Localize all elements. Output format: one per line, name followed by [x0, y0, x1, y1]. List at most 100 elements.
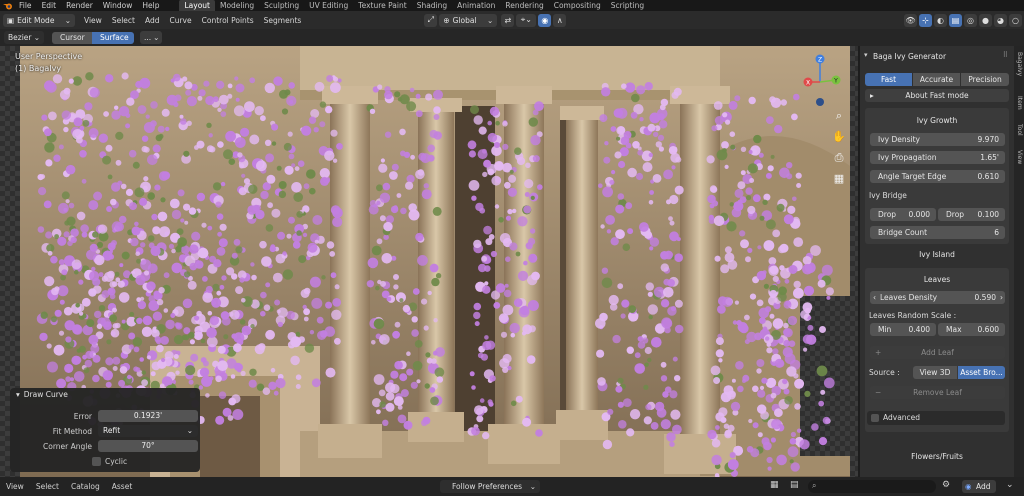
- tab-compositing[interactable]: Compositing: [549, 0, 606, 11]
- 3d-viewport[interactable]: User Perspective (1) BagaIvy Z X Y ⌕ ✋ ⎙…: [0, 46, 858, 477]
- mode-fast-button[interactable]: Fast: [865, 73, 912, 86]
- ivy-flower: [41, 114, 48, 121]
- falloff-icon[interactable]: ∧: [553, 13, 567, 27]
- flowers-fruits-title[interactable]: Flowers/Fruits: [865, 452, 1009, 461]
- transform-orientation-selector[interactable]: ⊕ Global ⌄: [439, 13, 498, 27]
- hand-icon[interactable]: ✋: [831, 128, 847, 144]
- tab-layout[interactable]: Layout: [179, 0, 215, 11]
- shading-solid-icon[interactable]: ●: [979, 13, 992, 27]
- tab-animation[interactable]: Animation: [452, 0, 500, 11]
- visibility-icon[interactable]: 👁: [904, 13, 917, 27]
- error-field[interactable]: 0.1923': [98, 410, 198, 422]
- more-icon[interactable]: ⌄: [1006, 480, 1014, 490]
- depth-surface-button[interactable]: Surface: [92, 31, 134, 44]
- menu-window[interactable]: Window: [99, 1, 139, 10]
- follow-preferences-select[interactable]: Follow Preferences ⌄: [440, 480, 540, 493]
- menu-add[interactable]: Add: [145, 16, 160, 25]
- ivy-flower: [233, 105, 245, 117]
- depth-cursor-button[interactable]: Cursor: [52, 31, 92, 44]
- tab-rendering[interactable]: Rendering: [500, 0, 548, 11]
- grid-icon[interactable]: ▦: [831, 170, 847, 186]
- ivy-flower: [321, 275, 326, 280]
- draw-curve-header[interactable]: ▾ Draw Curve: [10, 388, 200, 402]
- menu-catalog[interactable]: Catalog: [71, 482, 100, 491]
- ivy-flower: [615, 385, 623, 393]
- more-options-button[interactable]: ... ⌄: [140, 31, 162, 44]
- overlays-icon[interactable]: ◐: [934, 13, 947, 27]
- tab-scripting[interactable]: Scripting: [606, 0, 649, 11]
- pivot-icon[interactable]: ⇄: [501, 13, 515, 27]
- menu-control-points[interactable]: Control Points: [202, 16, 254, 25]
- proportional-edit-icon[interactable]: ◉: [538, 13, 552, 27]
- tab-item[interactable]: Item: [1015, 96, 1023, 110]
- add-asset-button[interactable]: ◉ Add: [962, 480, 996, 493]
- ivy-flower: [782, 347, 793, 358]
- curve-type-selector[interactable]: Bezier ⌄: [4, 31, 44, 44]
- shading-material-icon[interactable]: ◕: [994, 13, 1007, 27]
- transform-orientation-icon[interactable]: ⤢: [424, 13, 438, 27]
- corner-angle-field[interactable]: 70°: [98, 440, 198, 452]
- ivy-island-title[interactable]: Ivy Island: [865, 250, 1009, 259]
- grid-view-icon[interactable]: ▦: [770, 480, 779, 490]
- leaves-min-field[interactable]: Min 0.400: [870, 323, 936, 336]
- zoom-icon[interactable]: ⌕: [831, 108, 847, 124]
- fit-method-select[interactable]: Refit ⌄: [98, 425, 198, 437]
- ivy-flower: [724, 430, 732, 439]
- menu-edit[interactable]: Edit: [38, 1, 63, 10]
- tab-uv-editing[interactable]: UV Editing: [304, 0, 353, 11]
- menu-help[interactable]: Help: [138, 1, 165, 10]
- tab-texture-paint[interactable]: Texture Paint: [353, 0, 411, 11]
- menu-segments[interactable]: Segments: [264, 16, 302, 25]
- snap-icon[interactable]: ⌖⌄: [516, 13, 537, 27]
- chevron-down-icon[interactable]: ▾: [864, 51, 868, 59]
- navigation-gizmo[interactable]: Z X Y: [798, 52, 844, 108]
- cyclic-checkbox[interactable]: [92, 456, 101, 466]
- ivy-flower: [135, 80, 143, 89]
- about-fast-mode-button[interactable]: ▸ About Fast mode: [865, 89, 1009, 102]
- tab-bagaivy[interactable]: BagaIvy: [1015, 52, 1023, 76]
- tab-shading[interactable]: Shading: [412, 0, 452, 11]
- drop-min-field[interactable]: Drop 0.000: [870, 208, 936, 221]
- ivy-flower: [499, 233, 511, 244]
- mode-accurate-button[interactable]: Accurate: [913, 73, 960, 86]
- menu-view[interactable]: View: [6, 482, 24, 491]
- shading-wire-icon[interactable]: ◎: [964, 13, 977, 27]
- tab-tool[interactable]: Tool: [1015, 124, 1023, 136]
- tab-modeling[interactable]: Modeling: [215, 0, 259, 11]
- gizmo-icon[interactable]: ⊹: [919, 13, 932, 27]
- source-view3d-button[interactable]: View 3D: [913, 366, 957, 379]
- ivy-flower: [644, 346, 652, 355]
- menu-curve[interactable]: Curve: [169, 16, 191, 25]
- menu-select[interactable]: Select: [36, 482, 59, 491]
- source-asset-browser-button[interactable]: Asset Bro...: [958, 366, 1005, 379]
- angle-target-edge-field[interactable]: Angle Target Edge 0.610: [870, 170, 1005, 183]
- mode-selector[interactable]: ▣ Edit Mode ⌄: [3, 13, 75, 27]
- list-view-icon[interactable]: ▤: [790, 480, 799, 490]
- search-input[interactable]: ⌕: [808, 480, 936, 493]
- xray-icon[interactable]: ▤: [949, 13, 962, 27]
- menu-file[interactable]: File: [15, 1, 38, 10]
- filter-icon[interactable]: ⚙: [942, 480, 950, 490]
- advanced-checkbox[interactable]: [871, 414, 879, 422]
- blender-logo-icon[interactable]: [3, 2, 13, 10]
- tab-sculpting[interactable]: Sculpting: [259, 0, 304, 11]
- shading-rendered-icon[interactable]: ○: [1009, 13, 1022, 27]
- menu-view[interactable]: View: [84, 16, 102, 25]
- drop-max-field[interactable]: Drop 0.100: [938, 208, 1005, 221]
- leaves-max-field[interactable]: Max 0.600: [938, 323, 1005, 336]
- remove-leaf-button[interactable]: − Remove Leaf: [870, 386, 1005, 399]
- menu-select[interactable]: Select: [112, 16, 135, 25]
- ivy-density-field[interactable]: Ivy Density 9.970: [870, 133, 1005, 146]
- leaves-density-field[interactable]: ‹ Leaves Density 0.590 ›: [870, 291, 1005, 304]
- ivy-flower: [515, 395, 523, 403]
- bridge-count-field[interactable]: Bridge Count 6: [870, 226, 1005, 239]
- add-leaf-button[interactable]: + Add Leaf: [870, 346, 1005, 359]
- ivy-flower: [474, 321, 480, 327]
- mode-precision-button[interactable]: Precision: [961, 73, 1009, 86]
- ivy-propagation-field[interactable]: Ivy Propagation 1.65': [870, 151, 1005, 164]
- drag-handle-icon[interactable]: ⠿: [1003, 51, 1008, 59]
- menu-asset[interactable]: Asset: [112, 482, 133, 491]
- camera-icon[interactable]: ⎙: [831, 150, 847, 166]
- tab-view[interactable]: View: [1015, 150, 1023, 164]
- menu-render[interactable]: Render: [62, 1, 99, 10]
